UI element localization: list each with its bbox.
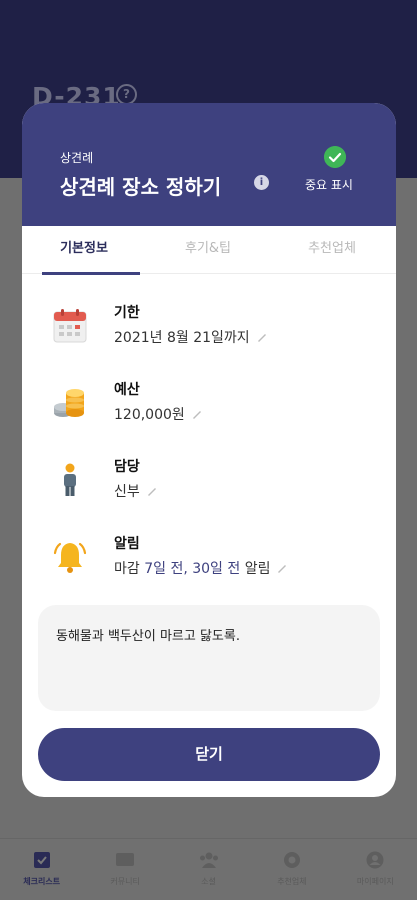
assignee-row[interactable]: 담당 신부 <box>22 456 396 516</box>
store-icon <box>283 852 300 868</box>
deadline-label: 기한 <box>114 305 140 321</box>
alarm-days: 7일 전, 30일 전 <box>144 561 241 577</box>
tab-reviews-tips[interactable]: 후기&팁 <box>146 226 270 274</box>
people-icon <box>199 852 218 868</box>
tab-label: 소셜 <box>201 877 216 886</box>
deadline-row[interactable]: 기한 2021년 8월 21일까지 <box>22 302 396 362</box>
alarm-value[interactable]: 마감 7일 전, 30일 전 알림 <box>114 558 288 578</box>
tab-checklist[interactable]: 체크리스트 <box>0 839 83 900</box>
calendar-icon <box>53 309 87 343</box>
pencil-icon[interactable] <box>191 408 203 420</box>
tab-label: 추천업체 <box>277 877 307 886</box>
important-toggle-label[interactable]: 중요 표시 <box>305 176 353 193</box>
person-icon <box>366 851 384 869</box>
alarm-prefix: 마감 <box>114 561 145 577</box>
deadline-value[interactable]: 2021년 8월 21일까지 <box>114 327 268 347</box>
alarm-suffix: 알림 <box>240 561 271 577</box>
tab-community[interactable]: 커뮤니티 <box>83 839 166 900</box>
person-icon <box>64 463 76 496</box>
question-circle-icon[interactable]: ? <box>116 84 137 105</box>
budget-text: 120,000원 <box>114 407 185 423</box>
alarm-row[interactable]: 알림 마감 7일 전, 30일 전 알림 <box>22 533 396 593</box>
tab-recommended-vendors[interactable]: 추천업체 <box>270 226 394 274</box>
tab-basic-info[interactable]: 기본정보 <box>22 226 146 275</box>
assignee-label: 담당 <box>114 459 140 475</box>
check-circle-icon[interactable] <box>324 146 346 168</box>
tab-social[interactable]: 소셜 <box>167 839 250 900</box>
chat-icon <box>116 853 135 866</box>
budget-row[interactable]: 예산 120,000원 <box>22 379 396 439</box>
tab-label: 마이페이지 <box>356 877 394 886</box>
modal-header: 상견례 상견례 장소 정하기 i 중요 표시 <box>22 103 396 226</box>
pencil-icon[interactable] <box>256 331 268 343</box>
assignee-text: 신부 <box>114 484 140 500</box>
pencil-icon[interactable] <box>276 562 288 574</box>
info-icon[interactable]: i <box>254 175 269 190</box>
task-detail-modal: 상견례 상견례 장소 정하기 i 중요 표시 기본정보 후기&팁 추천업체 기한 <box>22 103 396 797</box>
pencil-icon[interactable] <box>146 485 158 497</box>
modal-title: 상견례 장소 정하기 <box>60 175 222 199</box>
bottom-tab-bar: 체크리스트 커뮤니티 소셜 추천업체 마이페이지 <box>0 838 417 900</box>
tab-label: 커뮤니티 <box>110 877 140 886</box>
assignee-value[interactable]: 신부 <box>114 481 158 501</box>
close-button[interactable]: 닫기 <box>38 728 380 781</box>
deadline-text: 2021년 8월 21일까지 <box>114 330 250 346</box>
checklist-icon <box>33 852 50 868</box>
tab-vendors[interactable]: 추천업체 <box>250 839 333 900</box>
alarm-label: 알림 <box>114 536 140 552</box>
bell-icon <box>53 542 87 573</box>
memo-box[interactable]: 동해물과 백두산이 마르고 닳도록. <box>38 605 380 711</box>
budget-value[interactable]: 120,000원 <box>114 404 203 424</box>
modal-subtitle: 상견례 <box>60 151 94 165</box>
budget-label: 예산 <box>114 382 140 398</box>
detail-tabs: 기본정보 후기&팁 추천업체 <box>22 226 396 275</box>
coins-icon <box>54 389 84 417</box>
tab-label: 체크리스트 <box>23 877 61 886</box>
tab-mypage[interactable]: 마이페이지 <box>334 839 417 900</box>
